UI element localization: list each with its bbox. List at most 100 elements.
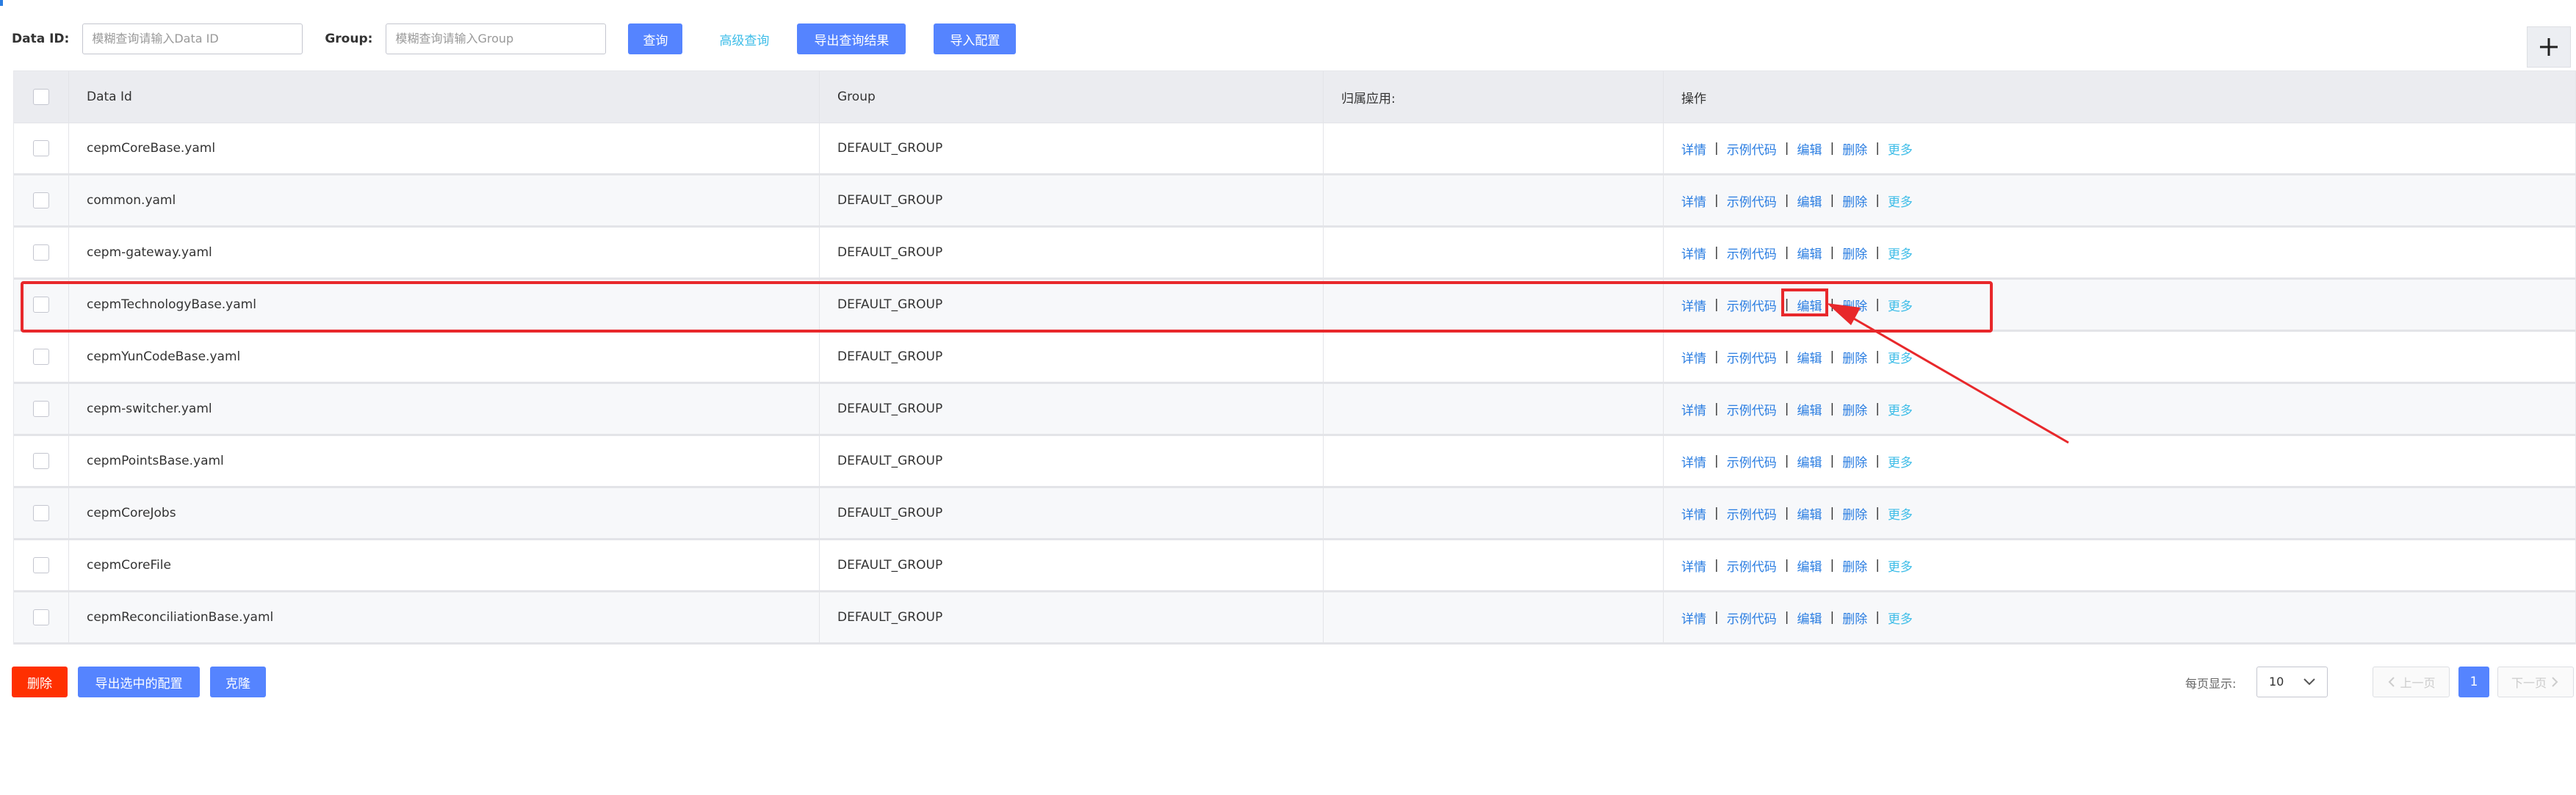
more-link[interactable]: 更多 [1888, 452, 1913, 471]
sample-code-link[interactable]: 示例代码 [1727, 556, 1777, 575]
sample-code-link[interactable]: 示例代码 [1727, 348, 1777, 366]
row-checkbox[interactable] [33, 244, 49, 261]
action-separator: | [1830, 558, 1835, 573]
sample-code-link[interactable]: 示例代码 [1727, 504, 1777, 523]
action-separator: | [1714, 558, 1719, 573]
cell-data-id: cepmCoreFile [69, 540, 820, 590]
details-link[interactable]: 详情 [1681, 504, 1706, 523]
table-header: Data Id Group 归属应用: 操作 [14, 71, 2575, 123]
add-config-button[interactable] [2527, 26, 2571, 68]
page-1-button[interactable]: 1 [2458, 667, 2489, 697]
group-search-input[interactable]: 模糊查询请输入Group [386, 23, 607, 54]
action-separator: | [1830, 245, 1835, 260]
details-link[interactable]: 详情 [1681, 609, 1706, 627]
next-page-label: 下一页 [2511, 676, 2547, 690]
details-link[interactable]: 详情 [1681, 192, 1706, 210]
header-actions: 操作 [1681, 91, 1706, 106]
search-bar: Data ID: 模糊查询请输入Data ID Group: 模糊查询请输入Gr… [12, 22, 1017, 56]
more-link[interactable]: 更多 [1888, 504, 1913, 523]
cell-group: DEFAULT_GROUP [820, 488, 1324, 538]
page-size-value: 10 [2269, 675, 2284, 689]
row-checkbox[interactable] [33, 192, 49, 208]
sample-code-link[interactable]: 示例代码 [1727, 192, 1777, 210]
sample-code-link[interactable]: 示例代码 [1727, 609, 1777, 627]
details-link[interactable]: 详情 [1681, 139, 1706, 158]
row-checkbox[interactable] [33, 140, 49, 156]
action-separator: | [1714, 245, 1719, 260]
table-row: cepm-switcher.yaml DEFAULT_GROUP 详情 | 示例代码 | 编… [14, 384, 2575, 436]
more-link[interactable]: 更多 [1888, 244, 1913, 262]
edit-link[interactable]: 编辑 [1797, 556, 1822, 575]
edit-link[interactable]: 编辑 [1797, 192, 1822, 210]
row-checkbox[interactable] [33, 609, 49, 625]
action-separator: | [1714, 610, 1719, 625]
export-selected-button[interactable]: 导出选中的配置 [78, 667, 200, 697]
action-separator: | [1875, 193, 1880, 208]
edit-link[interactable]: 编辑 [1797, 452, 1822, 471]
details-link[interactable]: 详情 [1681, 348, 1706, 366]
delete-link[interactable]: 删除 [1842, 192, 1867, 210]
edit-link[interactable]: 编辑 [1797, 244, 1822, 262]
details-link[interactable]: 详情 [1681, 400, 1706, 418]
delete-link[interactable]: 删除 [1842, 139, 1867, 158]
edit-link[interactable]: 编辑 [1797, 348, 1822, 366]
cell-group: DEFAULT_GROUP [820, 540, 1324, 590]
details-link[interactable]: 详情 [1681, 244, 1706, 262]
action-separator: | [1830, 506, 1835, 520]
next-page-button[interactable]: 下一页 [2497, 667, 2574, 697]
action-separator: | [1714, 349, 1719, 364]
query-button[interactable]: 查询 [628, 23, 683, 54]
row-checkbox[interactable] [33, 557, 49, 573]
delete-link[interactable]: 删除 [1842, 504, 1867, 523]
action-separator: | [1714, 402, 1719, 416]
prev-page-button[interactable]: 上一页 [2373, 667, 2450, 697]
batch-delete-button[interactable]: 删除 [12, 667, 68, 697]
action-separator: | [1875, 245, 1880, 260]
clone-button[interactable]: 克隆 [210, 667, 266, 697]
page-size-select[interactable]: 10 [2256, 667, 2328, 697]
more-link[interactable]: 更多 [1888, 609, 1913, 627]
details-link[interactable]: 详情 [1681, 452, 1706, 471]
header-app: 归属应用: [1324, 71, 1664, 123]
export-query-results-button[interactable]: 导出查询结果 [797, 23, 906, 54]
edit-link[interactable]: 编辑 [1797, 139, 1822, 158]
more-link[interactable]: 更多 [1888, 400, 1913, 418]
edit-link[interactable]: 编辑 [1797, 504, 1822, 523]
row-actions: 详情 | 示例代码 | 编辑 | 删除 | 更多 [1681, 504, 1913, 523]
row-checkbox[interactable] [33, 349, 49, 365]
table-row: cepmPointsBase.yaml DEFAULT_GROUP 详情 | 示例代码 |… [14, 436, 2575, 488]
more-link[interactable]: 更多 [1888, 192, 1913, 210]
delete-link[interactable]: 删除 [1842, 400, 1867, 418]
sample-code-link[interactable]: 示例代码 [1727, 452, 1777, 471]
action-separator: | [1875, 349, 1880, 364]
edit-link[interactable]: 编辑 [1797, 609, 1822, 627]
edit-link[interactable]: 编辑 [1797, 400, 1822, 418]
more-link[interactable]: 更多 [1888, 139, 1913, 158]
details-link[interactable]: 详情 [1681, 556, 1706, 575]
advanced-query-link[interactable]: 高级查询 [719, 30, 769, 48]
select-all-checkbox[interactable] [33, 89, 49, 105]
more-link[interactable]: 更多 [1888, 556, 1913, 575]
group-label: Group: [325, 32, 373, 46]
data-id-search-input[interactable]: 模糊查询请输入Data ID [82, 23, 303, 54]
action-separator: | [1830, 454, 1835, 468]
more-link[interactable]: 更多 [1888, 348, 1913, 366]
row-actions: 详情 | 示例代码 | 编辑 | 删除 | 更多 [1681, 556, 1913, 575]
delete-link[interactable]: 删除 [1842, 609, 1867, 627]
delete-link[interactable]: 删除 [1842, 452, 1867, 471]
delete-link[interactable]: 删除 [1842, 348, 1867, 366]
sample-code-link[interactable]: 示例代码 [1727, 139, 1777, 158]
table-row: cepmCoreFile DEFAULT_GROUP 详情 | 示例代码 | 编辑 | 删除 | 更… [14, 540, 2575, 592]
row-checkbox[interactable] [33, 401, 49, 417]
row-checkbox[interactable] [33, 505, 49, 521]
action-separator: | [1875, 506, 1880, 520]
sample-code-link[interactable]: 示例代码 [1727, 400, 1777, 418]
action-separator: | [1784, 454, 1789, 468]
import-config-button[interactable]: 导入配置 [934, 23, 1017, 54]
row-checkbox[interactable] [33, 453, 49, 469]
cell-data-id: cepm-gateway.yaml [69, 228, 820, 277]
sample-code-link[interactable]: 示例代码 [1727, 244, 1777, 262]
delete-link[interactable]: 删除 [1842, 244, 1867, 262]
table-row: cepmYunCodeBase.yaml DEFAULT_GROUP 详情 | 示例代码… [14, 332, 2575, 384]
delete-link[interactable]: 删除 [1842, 556, 1867, 575]
